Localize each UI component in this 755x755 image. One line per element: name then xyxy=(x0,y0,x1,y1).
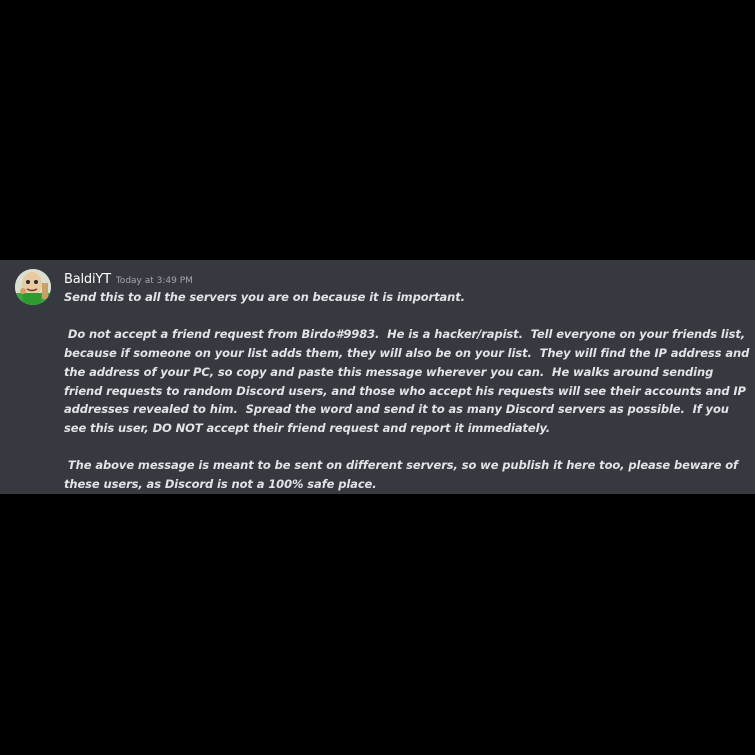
message-paragraph-3: The above message is meant to be sent on… xyxy=(64,458,742,491)
chat-message: BaldiYT Today at 3:49 PM Send this to all… xyxy=(0,260,755,494)
message-paragraph-1: Send this to all the servers you are on … xyxy=(64,290,465,304)
message-paragraph-2: Do not accept a friend request from Bird… xyxy=(64,327,754,435)
message-header: BaldiYT Today at 3:49 PM xyxy=(64,269,193,290)
baldi-avatar-icon[interactable] xyxy=(15,269,51,305)
timestamp: Today at 3:49 PM xyxy=(115,276,193,286)
screenshot-frame: BaldiYT Today at 3:49 PM Send this to all… xyxy=(0,0,755,755)
message-content: Send this to all the servers you are on … xyxy=(64,288,754,494)
username[interactable]: BaldiYT xyxy=(64,272,111,287)
